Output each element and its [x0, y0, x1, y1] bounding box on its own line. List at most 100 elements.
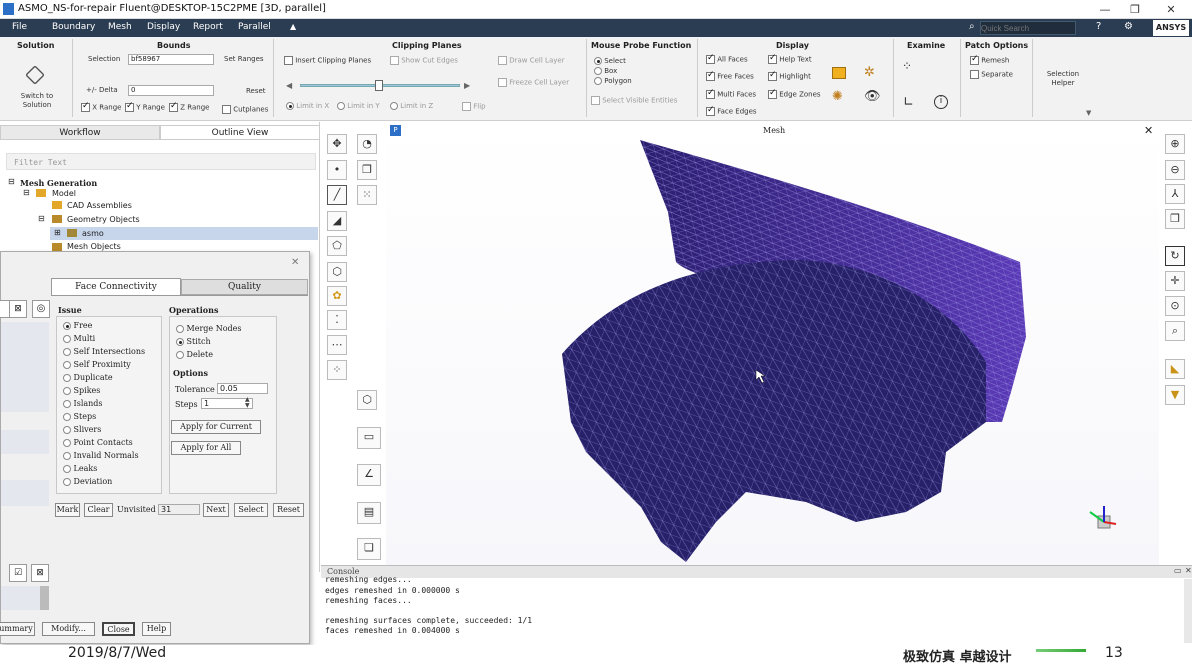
- free-faces-checkbox[interactable]: [706, 70, 715, 81]
- plot-icon[interactable]: ∠: [357, 464, 381, 486]
- probe-icon[interactable]: ◣: [1165, 359, 1185, 379]
- issue-radio[interactable]: [63, 452, 71, 460]
- limit-y-radio[interactable]: [337, 102, 345, 110]
- set-ranges-button[interactable]: Set Ranges: [224, 55, 264, 63]
- apply-current-button[interactable]: Apply for Current: [171, 420, 261, 434]
- show-cut-edges-checkbox[interactable]: [390, 56, 399, 65]
- merge-nodes-radio[interactable]: [176, 325, 184, 333]
- tolerance-input[interactable]: 0.05: [217, 383, 268, 394]
- issue-radio[interactable]: [63, 387, 71, 395]
- select-object-icon[interactable]: ⬡: [327, 262, 347, 282]
- selection-helper-button[interactable]: Selection Helper: [1040, 70, 1086, 88]
- menu-display[interactable]: Display: [147, 22, 180, 32]
- help-icon[interactable]: ?: [1096, 21, 1101, 32]
- zoom-in-icon[interactable]: ⊕: [1165, 134, 1185, 154]
- select-point-icon[interactable]: •: [327, 160, 347, 180]
- tree-model[interactable]: Model: [52, 189, 76, 198]
- issue-radio[interactable]: [63, 478, 71, 486]
- flip-checkbox[interactable]: [462, 102, 471, 111]
- switch-solution-button[interactable]: Switch to Solution: [14, 92, 60, 110]
- probe-box-radio[interactable]: [594, 67, 602, 75]
- issue-option[interactable]: Spikes: [63, 386, 100, 395]
- select-button[interactable]: Select: [234, 503, 268, 517]
- limit-x-radio[interactable]: [286, 102, 294, 110]
- limit-z-radio[interactable]: [390, 102, 398, 110]
- tab-workflow[interactable]: Workflow: [0, 125, 160, 140]
- examine-nodes-icon[interactable]: ⁘: [902, 59, 912, 73]
- delete-radio[interactable]: [176, 351, 184, 359]
- highlight-checkbox[interactable]: [768, 70, 777, 81]
- issue-option[interactable]: Slivers: [63, 425, 101, 434]
- dialog-close-icon[interactable]: ✕: [291, 257, 299, 268]
- console-maximize-icon[interactable]: ▭: [1174, 566, 1182, 575]
- y-range-checkbox[interactable]: [125, 101, 134, 112]
- console-close-icon[interactable]: ✕: [1185, 566, 1192, 575]
- freeze-cell-layer-checkbox[interactable]: [498, 78, 507, 87]
- modify-button[interactable]: Modify...: [42, 622, 95, 636]
- apply-all-button[interactable]: Apply for All: [171, 441, 241, 455]
- issue-radio[interactable]: [63, 335, 71, 343]
- issue-option[interactable]: Free: [63, 321, 92, 330]
- issue-radio[interactable]: [63, 348, 71, 356]
- menu-boundary[interactable]: Boundary: [52, 22, 95, 32]
- filter-clear-icon[interactable]: ⊠: [9, 300, 27, 318]
- filter-text-input[interactable]: Filter Text: [14, 158, 67, 167]
- edge-zones-checkbox[interactable]: [768, 88, 777, 99]
- mark-button[interactable]: Mark: [55, 503, 80, 517]
- fit-view-icon[interactable]: ❐: [1165, 209, 1185, 229]
- console-scrollbar[interactable]: [1184, 579, 1192, 643]
- issue-radio[interactable]: [63, 374, 71, 382]
- menu-mesh[interactable]: Mesh: [108, 22, 132, 32]
- slider-left-arrow-icon[interactable]: ◀: [286, 81, 292, 90]
- tab-face-connectivity[interactable]: Face Connectivity: [51, 278, 181, 295]
- copy-view-icon[interactable]: ❏: [357, 538, 381, 560]
- delta-field[interactable]: 0: [128, 85, 214, 96]
- select-face-icon[interactable]: ◢: [327, 211, 347, 231]
- info-icon[interactable]: i: [934, 95, 948, 109]
- select-edge-icon[interactable]: ╱: [327, 185, 347, 205]
- selection-field[interactable]: bf58967: [128, 54, 214, 65]
- tab-quality[interactable]: Quality: [181, 279, 308, 295]
- multi-faces-checkbox[interactable]: [706, 88, 715, 99]
- issue-radio[interactable]: [63, 439, 71, 447]
- isometric-view-icon[interactable]: ⬡: [357, 390, 377, 410]
- z-range-checkbox[interactable]: [169, 101, 178, 112]
- draw-cell-layer-checkbox[interactable]: [498, 56, 507, 65]
- pan-icon[interactable]: ✛: [1165, 271, 1185, 291]
- probe-polygon-radio[interactable]: [594, 77, 602, 85]
- display-nodes-icon[interactable]: ✲: [864, 65, 875, 80]
- x-range-checkbox[interactable]: [81, 101, 90, 112]
- issue-radio[interactable]: [63, 361, 71, 369]
- cutplanes-checkbox[interactable]: [222, 105, 231, 114]
- issue-option[interactable]: Multi: [63, 334, 95, 343]
- select-cell-icon[interactable]: ⬠: [327, 236, 347, 256]
- issue-radio[interactable]: [63, 400, 71, 408]
- issue-radio[interactable]: [63, 413, 71, 421]
- issue-option[interactable]: Steps: [63, 412, 96, 421]
- issue-option[interactable]: Deviation: [63, 477, 112, 486]
- slider-right-arrow-icon[interactable]: ▶: [464, 81, 470, 90]
- mesh-surface[interactable]: [386, 122, 1159, 565]
- zoom-out-icon[interactable]: ⊖: [1165, 160, 1185, 180]
- select-nodes-icon[interactable]: ⁘: [327, 360, 347, 380]
- switch-solution-icon[interactable]: [25, 65, 45, 85]
- help-text-checkbox[interactable]: [768, 53, 777, 64]
- tree-toggle-icon[interactable]: ⊟: [23, 188, 30, 197]
- tree-mesh-generation[interactable]: Mesh Generation: [20, 178, 97, 188]
- all-faces-checkbox[interactable]: [706, 53, 715, 64]
- graphics-viewport[interactable]: P Mesh ✕: [386, 122, 1159, 565]
- ruler-icon[interactable]: ▭: [357, 427, 381, 449]
- select-filter-icon[interactable]: ✥: [327, 134, 347, 154]
- close-dialog-button[interactable]: Close: [102, 622, 135, 636]
- menu-report[interactable]: Report: [193, 22, 223, 32]
- issue-option[interactable]: Self Intersections: [63, 347, 145, 356]
- clear-button[interactable]: Clear: [84, 503, 113, 517]
- tree-toggle-icon[interactable]: ⊟: [8, 177, 15, 186]
- remesh-checkbox[interactable]: [970, 54, 979, 65]
- annotate-icon[interactable]: ▤: [357, 502, 381, 524]
- axes-view-icon[interactable]: ⅄: [1165, 184, 1185, 204]
- list-clear-icon[interactable]: ⊠: [31, 564, 49, 582]
- ribbon-expand-icon[interactable]: ▼: [1086, 109, 1091, 117]
- reset-bounds-button[interactable]: Reset: [246, 87, 266, 95]
- close-button[interactable]: ✕: [1156, 1, 1186, 18]
